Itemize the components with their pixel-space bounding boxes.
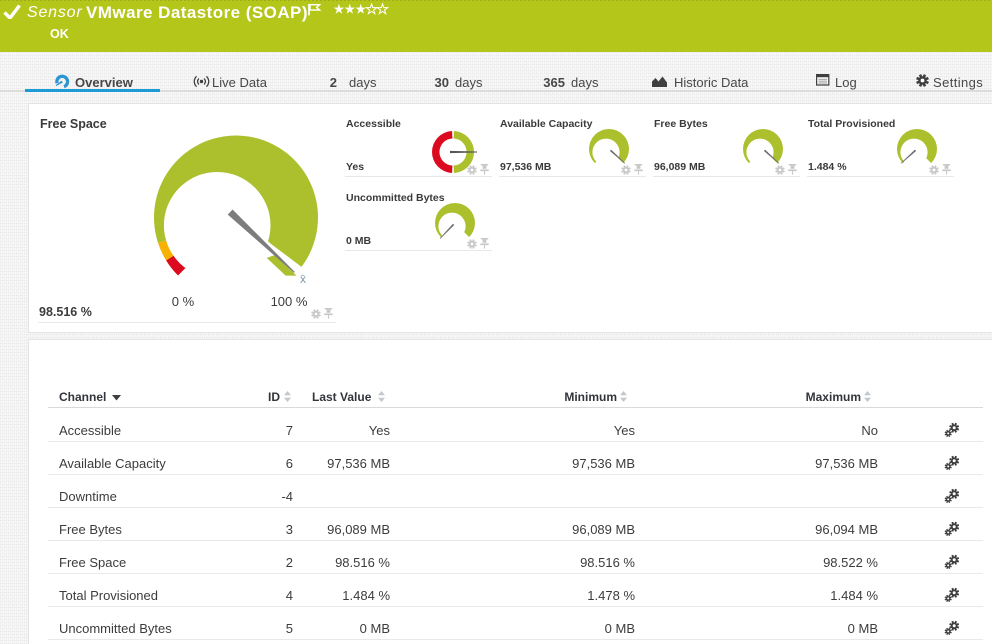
svg-text:x̄: x̄ bbox=[300, 272, 306, 286]
